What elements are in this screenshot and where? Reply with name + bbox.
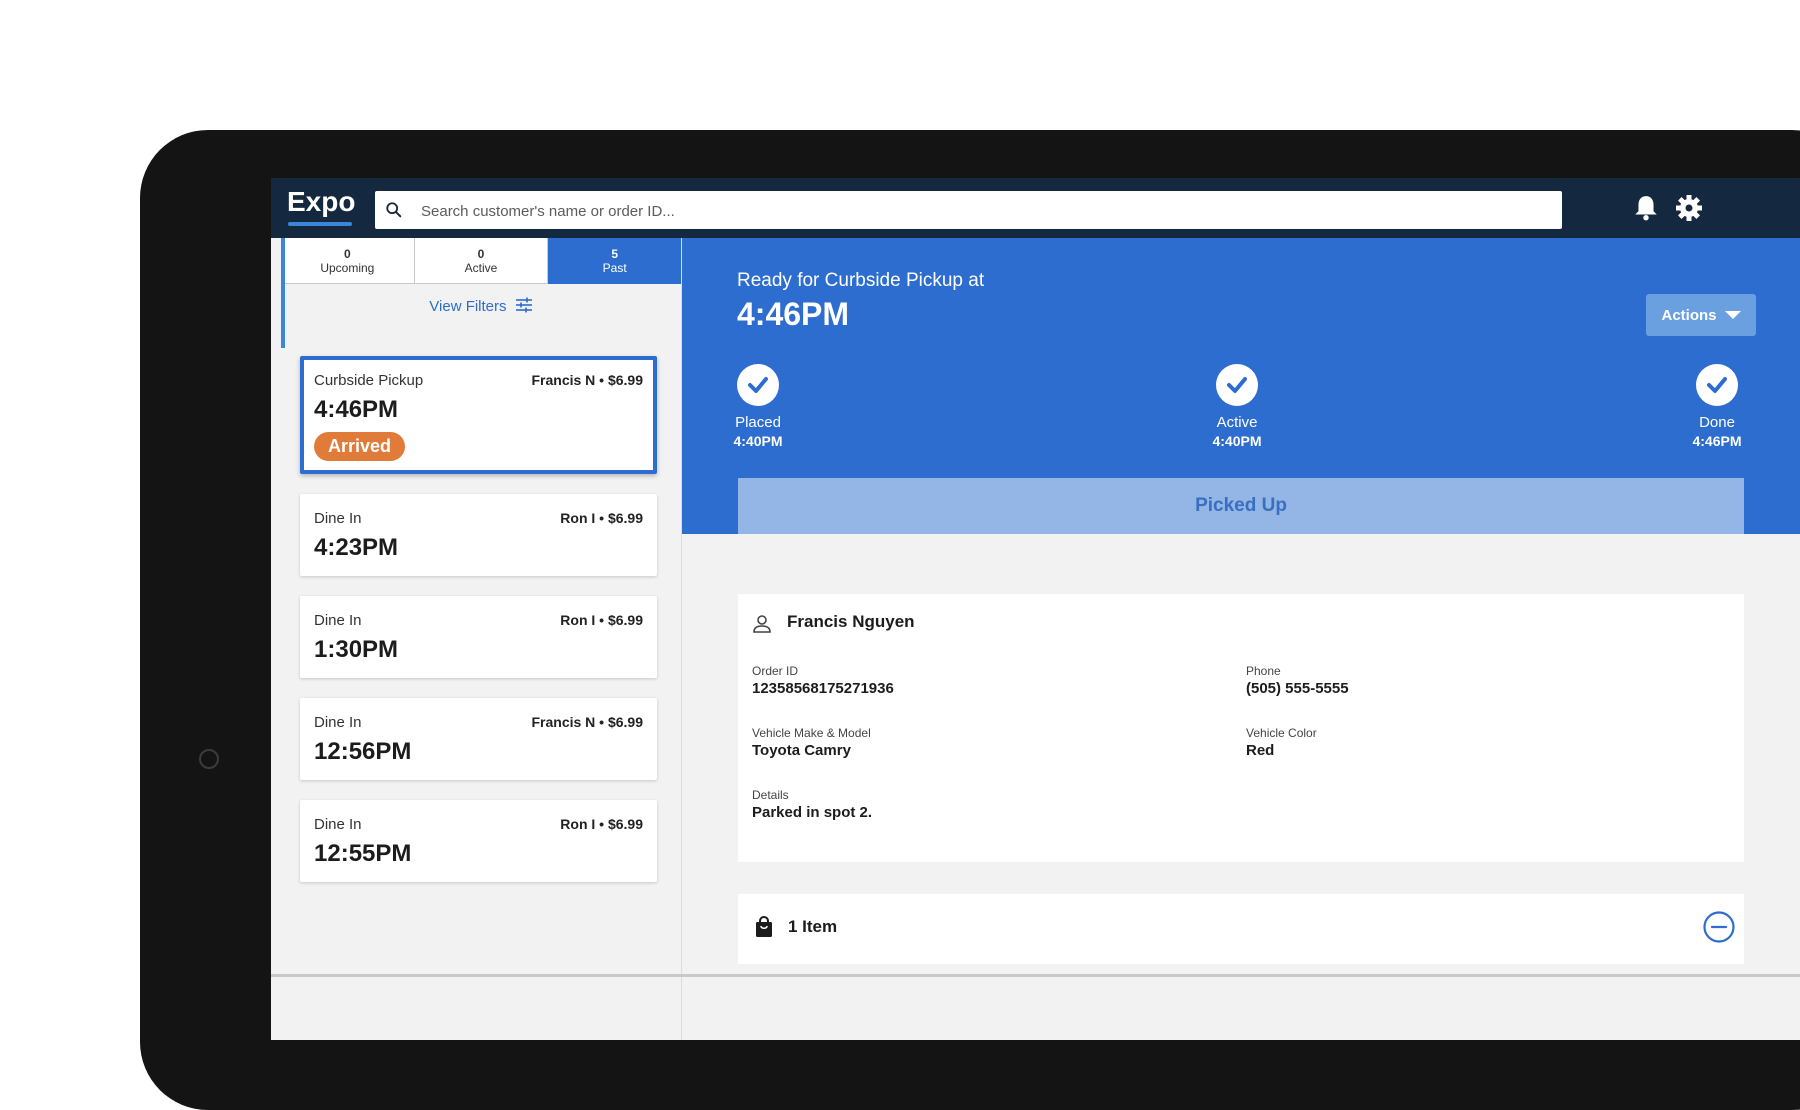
order-type: Dine In xyxy=(314,510,362,527)
order-type: Curbside Pickup xyxy=(314,372,424,389)
field-value: (505) 555-5555 xyxy=(1246,680,1349,697)
bottom-divider xyxy=(271,974,1800,977)
tab-label: Active xyxy=(464,260,498,275)
order-card[interactable]: Dine In Francis N • $6.99 12:56PM xyxy=(300,698,657,780)
tab-count: 5 xyxy=(611,246,619,261)
step-placed: Placed 4:40PM xyxy=(713,364,803,450)
search-icon xyxy=(386,202,402,218)
order-type: Dine In xyxy=(314,816,362,833)
field-vehicle-color: Vehicle Color Red xyxy=(1246,726,1317,759)
actions-button[interactable]: Actions xyxy=(1646,294,1756,336)
order-time: 12:56PM xyxy=(314,738,412,765)
shopping-bag-icon xyxy=(756,916,772,937)
field-details: Details Parked in spot 2. xyxy=(752,788,872,821)
tab-count: 0 xyxy=(343,246,351,261)
order-customer: Francis N • $6.99 xyxy=(531,714,643,730)
bell-icon[interactable] xyxy=(1633,194,1659,222)
view-filters-label: View Filters xyxy=(429,298,507,315)
customer-info-card: Francis Nguyen Order ID 1235856817527193… xyxy=(738,594,1744,862)
order-detail: Ready for Curbside Pickup at 4:46PM Acti… xyxy=(682,238,1800,1040)
field-value: Parked in spot 2. xyxy=(752,804,873,821)
order-type: Dine In xyxy=(314,612,362,629)
order-time: 1:30PM xyxy=(314,636,399,663)
status-time: 4:46PM xyxy=(737,296,850,332)
items-card: 1 Item xyxy=(738,894,1744,964)
order-customer: Ron I • $6.99 xyxy=(560,510,643,526)
field-order-id: Order ID 12358568175271936 xyxy=(752,664,894,697)
top-bar: Expo xyxy=(271,178,1800,238)
status-badge: Arrived xyxy=(314,432,406,461)
field-label: Vehicle Make & Model xyxy=(752,726,871,740)
status-subtitle: Ready for Curbside Pickup at xyxy=(737,270,985,291)
order-card[interactable]: Dine In Ron I • $6.99 1:30PM xyxy=(300,596,657,678)
items-count: 1 Item xyxy=(788,917,838,936)
step-time: 4:40PM xyxy=(733,433,783,449)
sliders-icon xyxy=(515,297,532,313)
field-vehicle-model: Vehicle Make & Model Toyota Camry xyxy=(752,726,871,759)
camera-icon xyxy=(199,749,219,769)
person-icon xyxy=(753,615,771,633)
field-value: Toyota Camry xyxy=(752,742,851,759)
field-phone: Phone (505) 555-5555 xyxy=(1246,664,1349,697)
picked-up-button[interactable]: Picked Up xyxy=(738,478,1744,534)
view-filters-link[interactable]: View Filters xyxy=(281,296,681,315)
order-time: 12:55PM xyxy=(314,840,412,867)
tab-past[interactable]: 5 Past xyxy=(548,238,682,284)
order-tabs: 0 Upcoming 0 Active 5 Past xyxy=(281,238,682,284)
field-value: Red xyxy=(1246,742,1275,759)
app-logo: Expo xyxy=(287,186,356,217)
order-customer: Ron I • $6.99 xyxy=(560,816,643,832)
customer-name: Francis Nguyen xyxy=(787,612,915,631)
order-sidebar: 0 Upcoming 0 Active 5 Past View Filters xyxy=(281,238,682,1040)
order-type: Dine In xyxy=(314,714,362,731)
order-customer: Ron I • $6.99 xyxy=(560,612,643,628)
tab-count: 0 xyxy=(477,246,485,261)
search-box[interactable] xyxy=(375,191,1562,231)
gear-icon[interactable] xyxy=(1674,193,1704,223)
field-label: Details xyxy=(752,788,789,802)
step-time: 4:40PM xyxy=(1212,433,1262,449)
order-customer: Francis N • $6.99 xyxy=(531,372,643,388)
step-label: Active xyxy=(1216,414,1258,431)
order-time: 4:23PM xyxy=(314,534,399,561)
check-icon xyxy=(1696,364,1738,406)
tab-label: Upcoming xyxy=(320,260,375,275)
actions-label: Actions xyxy=(1661,306,1717,324)
step-label: Placed xyxy=(735,414,781,431)
tab-active[interactable]: 0 Active xyxy=(414,238,549,284)
check-icon xyxy=(1216,364,1258,406)
order-card[interactable]: Curbside Pickup Francis N • $6.99 4:46PM… xyxy=(300,356,657,474)
step-label: Done xyxy=(1699,414,1735,431)
field-label: Vehicle Color xyxy=(1246,726,1317,740)
logo-underline xyxy=(288,222,352,226)
step-time: 4:46PM xyxy=(1692,433,1742,449)
check-icon xyxy=(737,364,779,406)
field-label: Order ID xyxy=(752,664,799,678)
order-list: Curbside Pickup Francis N • $6.99 4:46PM… xyxy=(300,356,657,902)
order-card[interactable]: Dine In Ron I • $6.99 12:55PM xyxy=(300,800,657,882)
step-active: Active 4:40PM xyxy=(1192,364,1282,450)
step-done: Done 4:46PM xyxy=(1672,364,1762,450)
order-card[interactable]: Dine In Ron I • $6.99 4:23PM xyxy=(300,494,657,576)
status-header: Ready for Curbside Pickup at 4:46PM Acti… xyxy=(682,238,1800,534)
sidebar-accent xyxy=(281,238,285,348)
field-value: 12358568175271936 xyxy=(752,680,894,697)
search-input[interactable] xyxy=(419,191,1553,231)
field-label: Phone xyxy=(1246,664,1281,678)
order-time: 4:46PM xyxy=(314,396,399,423)
caret-down-icon xyxy=(1724,311,1741,319)
tab-label: Past xyxy=(602,260,627,275)
collapse-minus-icon[interactable] xyxy=(1702,910,1736,944)
tab-upcoming[interactable]: 0 Upcoming xyxy=(281,238,415,284)
app-screen: Expo Search customer's name or order ID.… xyxy=(271,178,1800,1040)
